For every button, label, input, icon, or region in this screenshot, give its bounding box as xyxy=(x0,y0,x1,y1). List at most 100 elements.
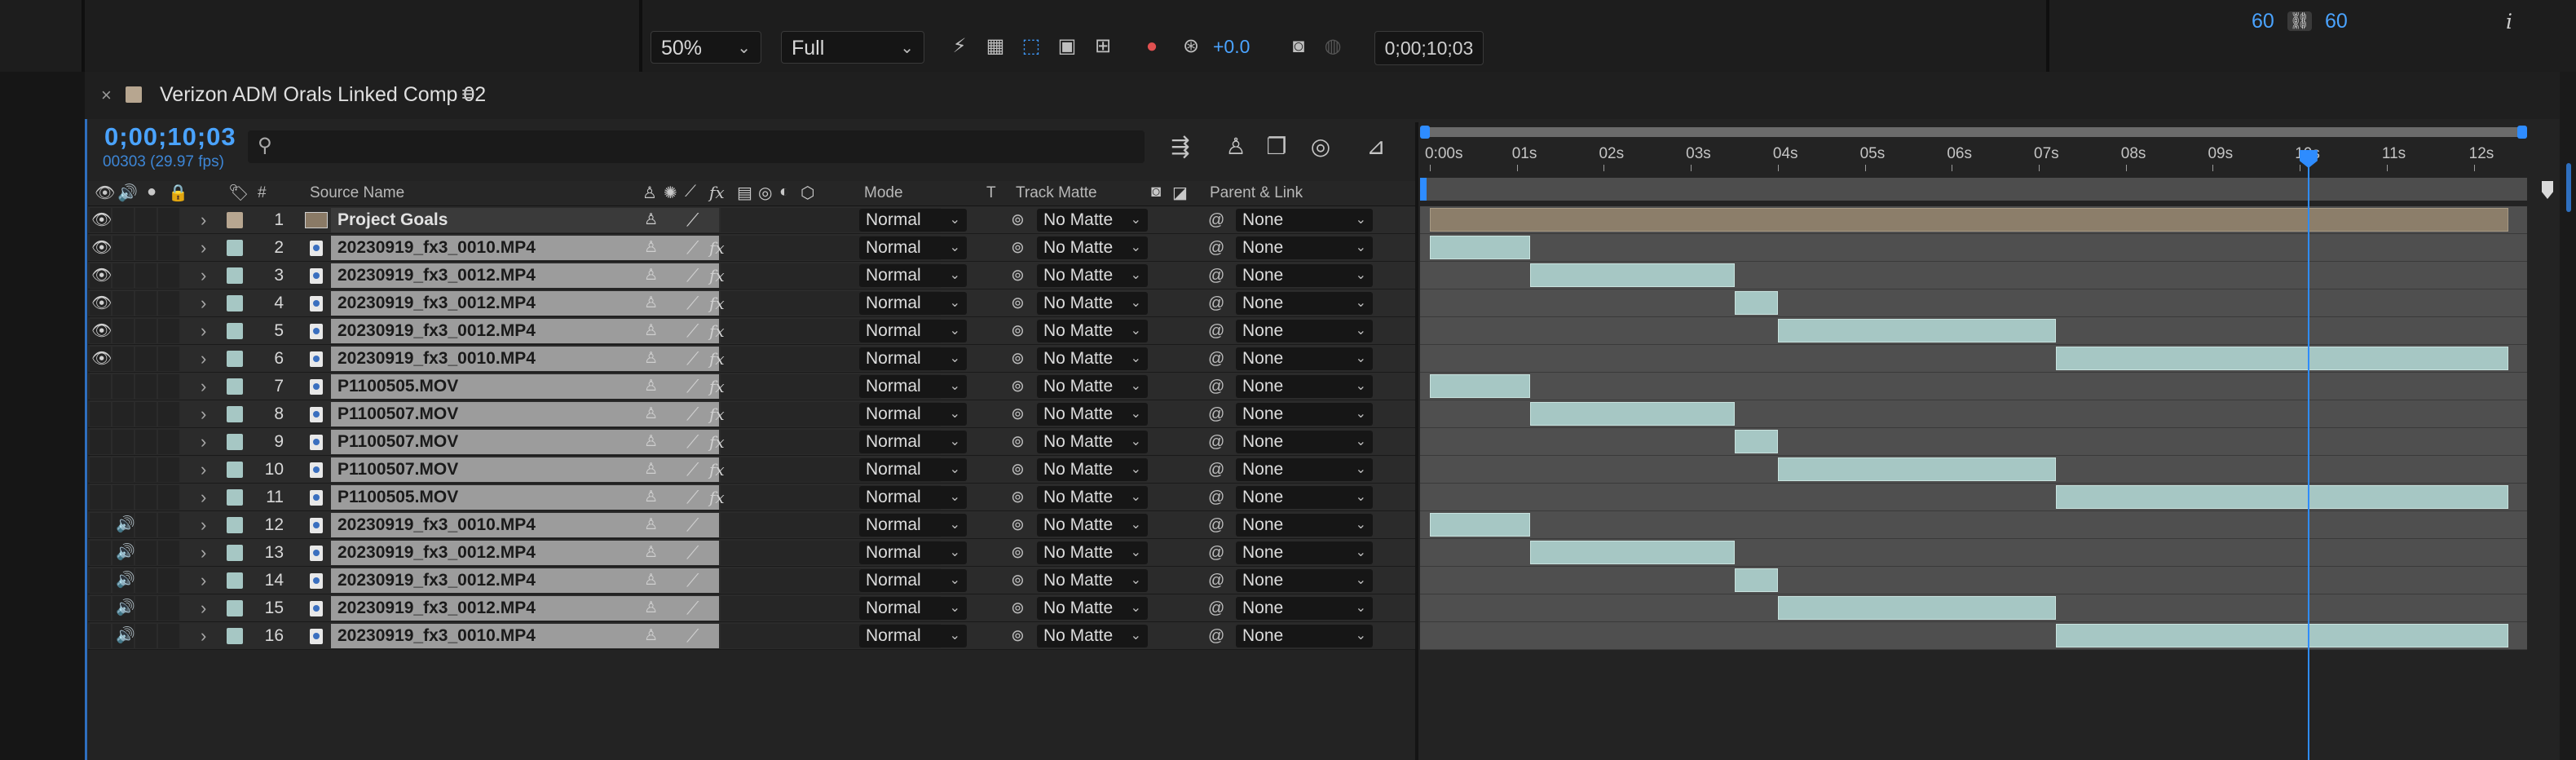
switch-cell[interactable] xyxy=(112,319,134,343)
parent-dropdown[interactable]: None ⌄ xyxy=(1236,541,1373,564)
switch-cell[interactable] xyxy=(158,402,179,426)
layer-row[interactable]: 👁 › 3 20230919_fx3_0012.MP4 ♙ ⟋ fx Normal ⌄ ⊚ No M… xyxy=(88,262,1417,289)
switch-cell[interactable] xyxy=(112,430,134,454)
quality-switch-icon[interactable]: ⟋ xyxy=(686,567,699,594)
layer-label-swatch[interactable] xyxy=(227,378,243,395)
layer-row[interactable]: 🔊 › 12 20230919_fx3_0010.MP4 ♙ ⟋ Normal ⌄ ⊚ No Ma… xyxy=(88,511,1417,539)
expand-chevron-icon[interactable]: › xyxy=(201,373,206,400)
parent-dropdown[interactable]: None ⌄ xyxy=(1236,625,1373,647)
timeline-layer-track[interactable] xyxy=(1420,484,2527,511)
quality-switch-icon[interactable]: ⟋ xyxy=(686,622,699,650)
switch-cell[interactable] xyxy=(135,319,157,343)
matte-invert-header-icon[interactable]: ◪ xyxy=(1172,183,1188,203)
effects-switch-icon[interactable]: fx xyxy=(709,317,725,345)
switch-cell[interactable] xyxy=(90,402,111,426)
switch-cell[interactable] xyxy=(112,402,134,426)
comp-tab-title[interactable]: Verizon ADM Orals Linked Comp 02 xyxy=(160,83,486,107)
parent-pickwhip-icon[interactable]: @ xyxy=(1208,622,1224,650)
layer-source-name[interactable]: Project Goals xyxy=(331,208,719,232)
switch-cell[interactable] xyxy=(112,236,134,260)
matte-pickwhip-icon[interactable]: ⊚ xyxy=(1011,484,1025,511)
quality-switch-icon[interactable]: ⟋ xyxy=(686,234,699,262)
layer-row[interactable]: 🔊 › 16 20230919_fx3_0010.MP4 ♙ ⟋ Normal ⌄ ⊚ No Ma… xyxy=(88,622,1417,650)
parent-pickwhip-icon[interactable]: @ xyxy=(1208,456,1224,484)
blend-mode-dropdown[interactable]: Normal ⌄ xyxy=(859,209,967,232)
effects-switch-icon[interactable]: fx xyxy=(709,234,725,262)
eye-icon[interactable]: 👁 xyxy=(91,345,112,373)
blend-mode-dropdown[interactable]: Normal ⌄ xyxy=(859,597,967,620)
composition-flowchart-icon[interactable]: ⇶ xyxy=(1164,130,1197,163)
layer-row[interactable]: 👁 › 2 20230919_fx3_0010.MP4 ♙ ⟋ fx Normal ⌄ ⊚ No M… xyxy=(88,234,1417,262)
expand-chevron-icon[interactable]: › xyxy=(201,289,206,317)
switch-cell[interactable] xyxy=(158,263,179,288)
zoom-dropdown[interactable]: 50% ⌄ xyxy=(651,31,761,64)
switch-cell[interactable] xyxy=(135,485,157,510)
layer-source-name[interactable]: 20230919_fx3_0010.MP4 xyxy=(331,624,719,648)
track-matte-dropdown[interactable]: No Matte ⌄ xyxy=(1037,569,1148,592)
layer-source-name[interactable]: 20230919_fx3_0012.MP4 xyxy=(331,291,719,316)
matte-pickwhip-icon[interactable]: ⊚ xyxy=(1011,317,1025,345)
layer-duration-bar[interactable] xyxy=(1430,236,1530,259)
parent-dropdown[interactable]: None ⌄ xyxy=(1236,264,1373,287)
transparency-grid-icon[interactable]: ▦ xyxy=(983,34,1008,59)
matte-pickwhip-icon[interactable]: ⊚ xyxy=(1011,289,1025,317)
layer-row[interactable]: › 11 P1100505.MOV ♙ ⟋ fx Normal ⌄ ⊚ No Matte ⌄ @ Non… xyxy=(88,484,1417,511)
speaker-icon[interactable]: 🔊 xyxy=(116,594,135,622)
blend-mode-dropdown[interactable]: Normal ⌄ xyxy=(859,292,967,315)
parent-pickwhip-icon[interactable]: @ xyxy=(1208,428,1224,456)
matte-pickwhip-icon[interactable]: ⊚ xyxy=(1011,262,1025,289)
eye-icon[interactable]: 👁 xyxy=(91,289,112,317)
switch-cell[interactable] xyxy=(158,457,179,482)
effects-switch-icon[interactable]: fx xyxy=(709,456,725,484)
column-parent-link[interactable]: Parent & Link xyxy=(1210,184,1303,202)
speaker-icon[interactable]: 🔊 xyxy=(116,567,135,594)
lock-header-icon[interactable]: 🔒 xyxy=(168,183,188,203)
motion-blur-header-icon[interactable]: ◎ xyxy=(758,183,772,203)
column-track-matte[interactable]: Track Matte xyxy=(1016,184,1097,202)
quality-switch-icon[interactable]: ⟋ xyxy=(686,484,699,511)
eye-icon[interactable]: 👁 xyxy=(91,234,112,262)
color-management-icon[interactable]: ⊛ xyxy=(1179,34,1203,59)
audio-header-icon[interactable]: 🔊 xyxy=(117,183,138,203)
layer-duration-bar[interactable] xyxy=(2056,624,2509,647)
layer-source-name[interactable]: 20230919_fx3_0012.MP4 xyxy=(331,319,719,343)
layer-duration-bar[interactable] xyxy=(1734,430,1778,453)
parent-pickwhip-icon[interactable]: @ xyxy=(1208,206,1224,234)
fps-right-value[interactable]: 60 xyxy=(2325,10,2348,33)
effects-switch-icon[interactable]: fx xyxy=(709,400,725,428)
current-time-display[interactable]: 0;00;10;03 xyxy=(104,122,236,152)
expand-chevron-icon[interactable]: › xyxy=(201,567,206,594)
quality-switch-icon[interactable]: ⟋ xyxy=(686,428,699,456)
layer-duration-bar[interactable] xyxy=(1430,513,1530,537)
effects-switch-icon[interactable]: fx xyxy=(709,428,725,456)
blend-mode-dropdown[interactable]: Normal ⌄ xyxy=(859,486,967,509)
track-matte-dropdown[interactable]: No Matte ⌄ xyxy=(1037,458,1148,481)
speaker-icon[interactable]: 🔊 xyxy=(116,539,135,567)
switch-cell[interactable] xyxy=(135,541,157,565)
layer-row[interactable]: 👁 › 4 20230919_fx3_0012.MP4 ♙ ⟋ fx Normal ⌄ ⊚ No M… xyxy=(88,289,1417,317)
switch-cell[interactable] xyxy=(90,374,111,399)
blend-mode-dropdown[interactable]: Normal ⌄ xyxy=(859,403,967,426)
expand-chevron-icon[interactable]: › xyxy=(201,594,206,622)
parent-pickwhip-icon[interactable]: @ xyxy=(1208,400,1224,428)
parent-pickwhip-icon[interactable]: @ xyxy=(1208,373,1224,400)
switch-cell[interactable] xyxy=(112,291,134,316)
switch-cell[interactable] xyxy=(112,374,134,399)
timeline-layer-track[interactable] xyxy=(1420,567,2527,594)
work-area-start-handle[interactable] xyxy=(1420,126,1430,139)
effects-switch-icon[interactable]: fx xyxy=(709,262,725,289)
frame-blend-header-icon[interactable]: ▤ xyxy=(737,183,752,203)
layer-source-name[interactable]: P1100505.MOV xyxy=(331,374,719,399)
shy-switch-header-icon[interactable]: ♙ xyxy=(642,183,657,203)
layer-source-name[interactable]: P1100505.MOV xyxy=(331,485,719,510)
shy-switch-icon[interactable]: ♙ xyxy=(644,539,658,567)
quality-switch-icon[interactable]: ⟋ xyxy=(686,373,699,400)
layer-label-swatch[interactable] xyxy=(227,323,243,339)
layer-row[interactable]: 👁 › 5 20230919_fx3_0012.MP4 ♙ ⟋ fx Normal ⌄ ⊚ No M… xyxy=(88,317,1417,345)
matte-pickwhip-icon[interactable]: ⊚ xyxy=(1011,539,1025,567)
switch-cell[interactable] xyxy=(90,513,111,537)
matte-pickwhip-icon[interactable]: ⊚ xyxy=(1011,511,1025,539)
switch-cell[interactable] xyxy=(135,624,157,648)
switch-cell[interactable] xyxy=(158,236,179,260)
fast-previews-icon[interactable]: ⚡ xyxy=(947,34,972,59)
